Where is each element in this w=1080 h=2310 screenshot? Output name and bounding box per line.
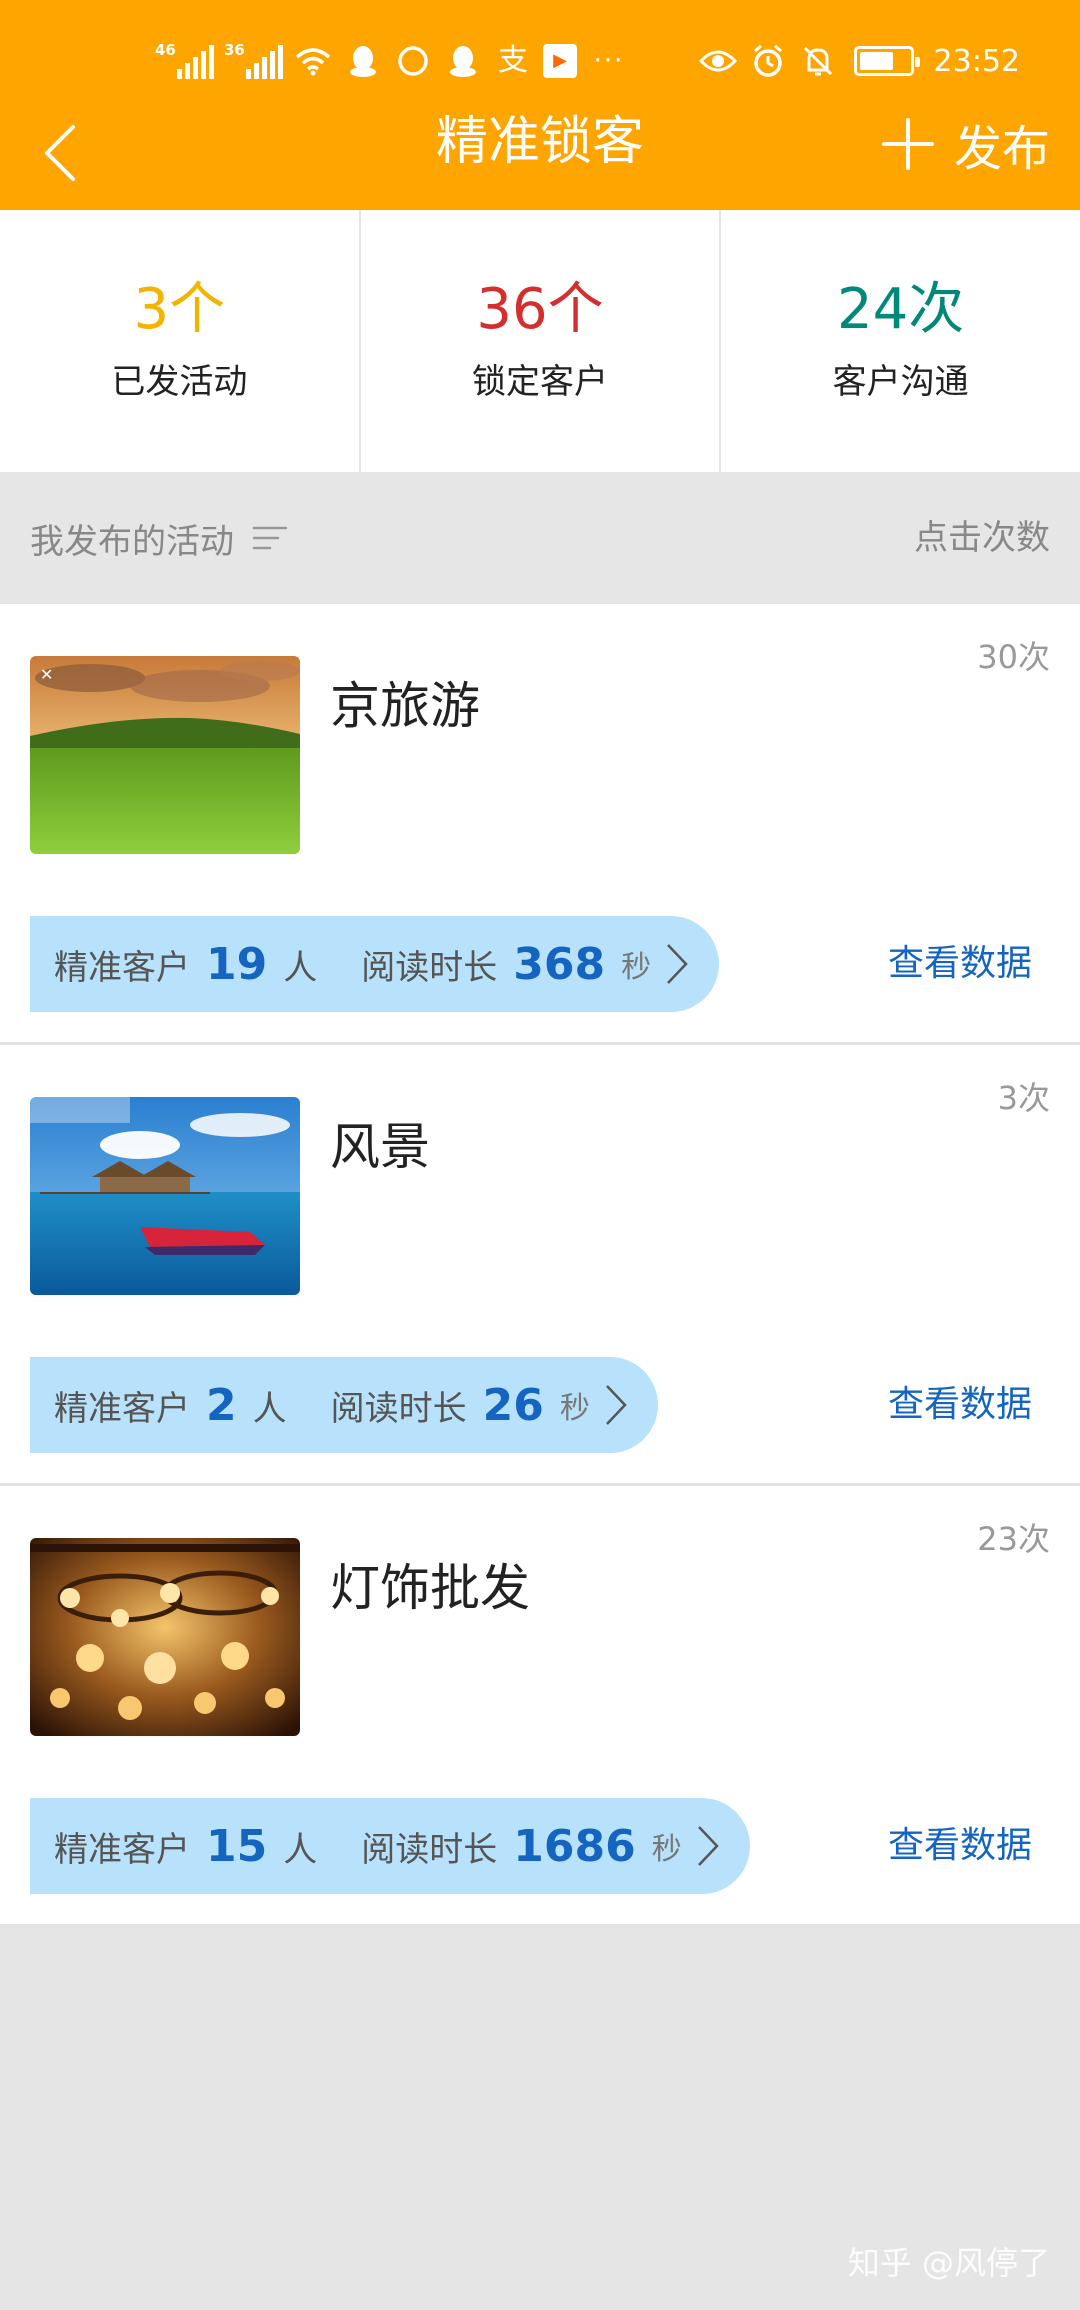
precise-customers-unit: 人 bbox=[283, 1829, 318, 1870]
signal-1-tag: 46 bbox=[155, 41, 176, 59]
precise-customers-label: 精准客户 bbox=[54, 947, 190, 988]
activity-clicks: 30次 bbox=[977, 638, 1050, 676]
read-duration-label: 阅读时长 bbox=[330, 1388, 467, 1429]
stat-value: 36个 bbox=[476, 277, 604, 342]
stat-label: 已发活动 bbox=[111, 362, 248, 402]
signal-2-tag: 36 bbox=[224, 41, 245, 59]
activity-thumbnail-chandeliers bbox=[30, 1538, 300, 1736]
status-bar-left: 46 36 支 ▶ ··· bbox=[155, 38, 631, 84]
read-duration-label: 阅读时长 bbox=[361, 1829, 498, 1870]
stats-panel: 3个 已发活动 36个 锁定客户 24次 客户沟通 bbox=[0, 210, 1080, 472]
publish-label: 发布 bbox=[953, 121, 1050, 177]
activity-clicks: 3次 bbox=[997, 1079, 1050, 1117]
read-duration-unit: 秒 bbox=[621, 950, 652, 985]
chevron-right-icon bbox=[665, 942, 689, 986]
read-duration-value: 368 bbox=[513, 938, 606, 990]
activity-card[interactable]: 灯饰批发 23次 精准客户 15 人 阅读时长 1686 秒 查看数据 bbox=[0, 1486, 1080, 1924]
read-duration-value: 26 bbox=[482, 1379, 544, 1431]
precise-customers-label: 精准客户 bbox=[54, 1829, 190, 1870]
video-app-icon: ▶ bbox=[543, 44, 577, 78]
activity-stats-pill[interactable]: 精准客户 2 人 阅读时长 26 秒 bbox=[30, 1357, 658, 1453]
view-data-link[interactable]: 查看数据 bbox=[888, 1798, 1032, 1894]
stat-locked-customers[interactable]: 36个 锁定客户 bbox=[358, 210, 720, 472]
activity-clicks: 23次 bbox=[977, 1520, 1050, 1558]
stat-label: 客户沟通 bbox=[832, 362, 969, 402]
precise-customers-unit: 人 bbox=[252, 1388, 287, 1429]
precise-customers-label: 精准客户 bbox=[54, 1388, 190, 1429]
more-dots-icon: ··· bbox=[593, 46, 625, 76]
section-header: 我发布的活动 点击次数 bbox=[0, 472, 1080, 604]
qq-icon bbox=[443, 41, 483, 81]
mute-bell-icon bbox=[798, 41, 838, 81]
sort-by-clicks[interactable]: 点击次数 bbox=[914, 472, 1050, 604]
activity-title: 京旅游 bbox=[330, 677, 480, 735]
signal-icon: 46 bbox=[155, 41, 214, 79]
section-title: 我发布的活动 bbox=[30, 521, 234, 562]
precise-customers-count: 15 bbox=[206, 1820, 268, 1872]
qq-icon bbox=[343, 41, 383, 81]
read-duration-unit: 秒 bbox=[651, 1832, 682, 1867]
chevron-right-icon bbox=[696, 1824, 720, 1868]
read-duration-unit: 秒 bbox=[559, 1391, 590, 1426]
activity-stats-pill[interactable]: 精准客户 15 人 阅读时长 1686 秒 bbox=[30, 1798, 750, 1894]
stat-activities[interactable]: 3个 已发活动 bbox=[0, 210, 359, 472]
view-data-link[interactable]: 查看数据 bbox=[888, 916, 1032, 1012]
precise-customers-unit: 人 bbox=[283, 947, 318, 988]
publish-button[interactable]: 发布 bbox=[880, 109, 1050, 179]
read-duration-value: 1686 bbox=[513, 1820, 636, 1872]
watermark: 知乎 @风停了 bbox=[847, 2244, 1050, 2282]
activity-card[interactable]: ✕ 京旅游 30次 精准客户 19 人 阅读时长 368 秒 查看数据 bbox=[0, 604, 1080, 1045]
stat-value: 3个 bbox=[133, 277, 226, 342]
app-screen: 46 36 支 ▶ ··· 23:52 精准锁客 发布 3个 已发活动 36个 … bbox=[0, 0, 1080, 2310]
top-bar: 46 36 支 ▶ ··· 23:52 精准锁客 发布 bbox=[0, 0, 1080, 210]
alarm-icon bbox=[748, 41, 788, 81]
filter-icon bbox=[252, 526, 288, 550]
precise-customers-count: 19 bbox=[206, 938, 268, 990]
chevron-right-icon bbox=[604, 1383, 628, 1427]
stat-communications[interactable]: 24次 客户沟通 bbox=[719, 210, 1080, 472]
plus-icon bbox=[881, 118, 934, 170]
activity-thumbnail-grassland: ✕ bbox=[30, 656, 300, 854]
battery-fill bbox=[859, 52, 894, 70]
stat-value: 24次 bbox=[837, 277, 965, 342]
activity-title: 灯饰批发 bbox=[330, 1559, 530, 1617]
status-time: 23:52 bbox=[933, 43, 1020, 79]
signal-icon: 36 bbox=[224, 41, 283, 79]
circle-icon bbox=[393, 41, 433, 81]
activity-stats-pill[interactable]: 精准客户 19 人 阅读时长 368 秒 bbox=[30, 916, 720, 1012]
activity-card[interactable]: 风景 3次 精准客户 2 人 阅读时长 26 秒 查看数据 bbox=[0, 1045, 1080, 1486]
activity-title: 风景 bbox=[330, 1118, 430, 1176]
alipay-icon: 支 bbox=[498, 43, 528, 78]
status-bar-right: 23:52 bbox=[698, 38, 1020, 84]
battery-icon bbox=[853, 46, 920, 76]
stat-label: 锁定客户 bbox=[472, 362, 608, 402]
activity-thumbnail-sea bbox=[30, 1097, 300, 1295]
filter-toggle[interactable]: 我发布的活动 bbox=[30, 472, 288, 604]
view-data-link[interactable]: 查看数据 bbox=[888, 1357, 1032, 1453]
wifi-icon bbox=[293, 41, 333, 81]
activity-list: ✕ 京旅游 30次 精准客户 19 人 阅读时长 368 秒 查看数据 风景 3… bbox=[0, 604, 1080, 1924]
read-duration-label: 阅读时长 bbox=[361, 947, 498, 988]
nav-bar: 精准锁客 发布 bbox=[0, 95, 1080, 210]
eye-icon bbox=[698, 41, 738, 81]
svg-text:✕: ✕ bbox=[40, 665, 53, 684]
precise-customers-count: 2 bbox=[206, 1379, 237, 1431]
